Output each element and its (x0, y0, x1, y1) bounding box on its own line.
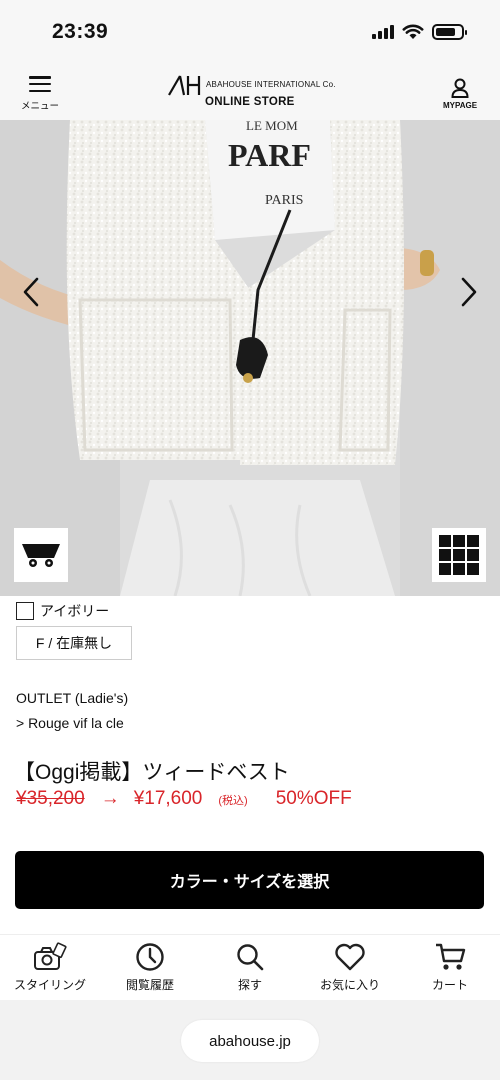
wifi-icon (402, 24, 424, 39)
site-header: メニュー ABAHOUSE INTERNATIONAL Co. ONLINE S… (0, 62, 500, 120)
cart-icon (22, 544, 60, 567)
category-outlet[interactable]: OUTLET (Ladie's) (16, 686, 128, 711)
clock-icon (136, 943, 164, 971)
shirt-print-3: PARIS (265, 193, 303, 208)
status-icons (372, 24, 467, 40)
shirt-print-1: LE MOM (246, 120, 298, 133)
original-price: ¥35,200 (16, 788, 85, 809)
shirt-print-2: PARF (228, 137, 311, 173)
category-breadcrumb: OUTLET (Ladie's) > Rouge vif la cle (16, 686, 128, 736)
hamburger-icon (29, 76, 51, 92)
cart-icon (436, 943, 466, 970)
color-checkbox[interactable] (16, 602, 34, 620)
product-image[interactable]: LE MOM PARF PARIS (0, 120, 500, 596)
sale-price: ¥17,600 (133, 788, 203, 809)
select-color-size-button[interactable]: カラー・サイズを選択 (15, 851, 484, 909)
status-bar: 23:39 (0, 0, 500, 62)
browser-bar: abahouse.jp (0, 1000, 500, 1080)
nav-search[interactable]: 探す (200, 935, 300, 1000)
color-name: アイボリー (40, 603, 110, 619)
tax-label: (税込) (218, 795, 248, 807)
nav-cart[interactable]: カート (400, 935, 500, 1000)
status-time: 23:39 (52, 20, 109, 43)
camera-icon (34, 942, 67, 970)
image-grid-button[interactable] (432, 528, 486, 582)
bottom-nav: スタイリング 閲覧履歴 探す お気に入り カート (0, 934, 500, 1000)
category-brand[interactable]: > Rouge vif la cle (16, 711, 128, 736)
menu-button[interactable]: メニュー (18, 76, 62, 116)
signal-icon (372, 25, 394, 39)
store-logo[interactable]: ABAHOUSE INTERNATIONAL Co. ONLINE STORE (168, 72, 338, 112)
url-bar[interactable]: abahouse.jp (181, 1020, 319, 1062)
mypage-button[interactable]: MYPAGE (440, 78, 480, 118)
nav-styling-label: スタイリング (13, 978, 86, 992)
price-row: ¥35,200 → ¥17,600 (税込) 50%OFF (16, 788, 352, 810)
color-option[interactable]: アイボリー (16, 601, 109, 621)
product-title: 【Oggi掲載】ツィードベスト (14, 761, 290, 784)
heart-icon (335, 943, 365, 971)
grid-icon (439, 535, 451, 547)
price-arrow: → (100, 788, 120, 809)
battery-icon (432, 24, 467, 40)
nav-favorites-label: お気に入り (319, 978, 380, 992)
logo-mark-icon (168, 75, 201, 96)
nav-cart-label: カート (431, 978, 468, 992)
nav-history[interactable]: 閲覧履歴 (100, 935, 200, 1000)
chevron-right-icon (461, 277, 477, 307)
chevron-left-icon (23, 277, 39, 307)
nav-history-label: 閲覧履歴 (125, 978, 174, 992)
nav-favorites[interactable]: お気に入り (300, 935, 400, 1000)
search-icon (237, 944, 264, 971)
nav-styling[interactable]: スタイリング (0, 935, 100, 1000)
discount-badge: 50%OFF (275, 788, 352, 809)
menu-label: メニュー (20, 101, 59, 112)
size-option[interactable]: F / 在庫無し (16, 626, 132, 660)
product-photo: LE MOM PARF PARIS (0, 120, 500, 596)
user-icon (451, 78, 469, 98)
logo-store-name: ONLINE STORE (205, 96, 295, 108)
mypage-label: MYPAGE (442, 101, 478, 110)
prev-image-button[interactable] (16, 272, 46, 312)
nav-search-label: 探す (237, 978, 262, 992)
logo-subtitle: ABAHOUSE INTERNATIONAL Co. (206, 80, 336, 89)
add-to-cart-overlay-button[interactable] (14, 528, 68, 582)
next-image-button[interactable] (454, 272, 484, 312)
